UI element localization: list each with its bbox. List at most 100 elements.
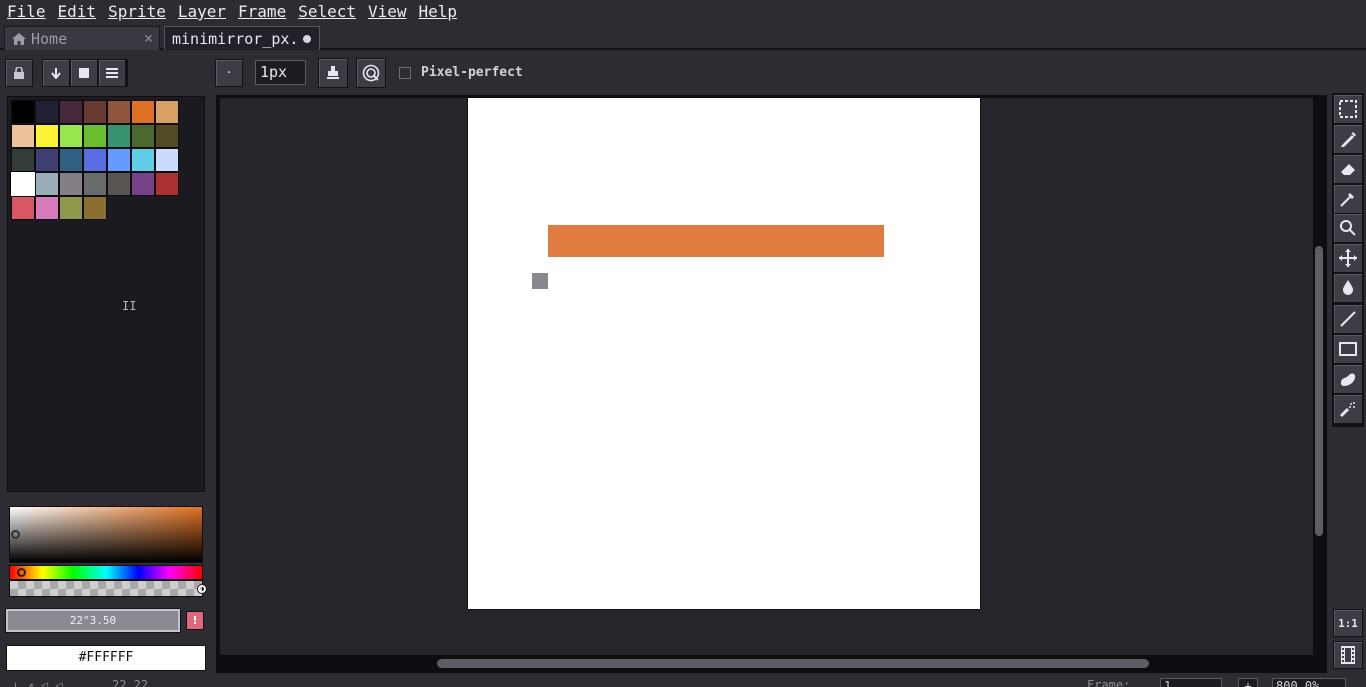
palette-swatch[interactable] [131,100,155,124]
palette-panel: II [7,96,205,492]
pause-icon[interactable]: II [122,299,136,313]
palette-swatch[interactable] [155,172,179,196]
status-icons: ↓ ↗ ◁ ◁ [12,678,63,687]
zoom-reset-button[interactable]: 1:1 [1333,609,1363,637]
menu-frame[interactable]: Frame [235,1,295,23]
horizontal-scrollbar[interactable] [437,659,1149,668]
palette-swatch[interactable] [83,100,107,124]
palette-swatch[interactable] [107,124,131,148]
zoom-tool-button[interactable] [1334,214,1362,242]
menu-view[interactable]: View [365,1,416,23]
menu-layer[interactable]: Layer [175,1,235,23]
pencil-tool-button[interactable] [1334,125,1362,153]
palette-swatch[interactable] [59,172,83,196]
tab-document[interactable]: minimirror_px. [164,26,320,50]
palette-save-button[interactable] [71,60,97,86]
palette-swatch[interactable] [107,148,131,172]
rectangular-marquee-icon [1339,100,1357,118]
marquee-tool-button[interactable] [1334,95,1362,123]
sprite-canvas[interactable] [467,98,981,610]
palette-swatch[interactable] [35,124,59,148]
tab-bar: Home × minimirror_px. [0,24,1366,50]
palette-swatch[interactable] [131,172,155,196]
frame-field[interactable]: 1 [1160,678,1222,687]
square-icon [79,68,89,78]
orange-bar-pixels [548,225,884,257]
saturation-value-picker[interactable] [9,506,203,563]
palette-swatch[interactable] [11,100,35,124]
brush-size-field[interactable]: 1px [255,60,306,85]
palette-swatch[interactable] [35,148,59,172]
lock-icon [14,67,24,79]
palette-swatch[interactable] [59,148,83,172]
palette-swatch[interactable] [155,148,179,172]
brush-dot-icon: · [226,65,232,81]
line-tool-button[interactable] [1334,305,1362,333]
palette-swatch[interactable] [59,100,83,124]
brush-type-button[interactable]: · [215,59,243,87]
palette-swatch[interactable] [83,196,107,220]
move-icon [1339,249,1357,267]
palette-swatch[interactable] [35,172,59,196]
pencil-icon [1341,132,1356,147]
spray-tool-button[interactable] [1334,395,1362,423]
palette-actions [42,59,128,87]
palette-swatch[interactable] [155,124,179,148]
palette-swatch[interactable] [131,124,155,148]
palette-swatch[interactable] [131,148,155,172]
tab-home[interactable]: Home × [4,26,160,50]
gray-pixel-cursor [532,273,548,289]
move-tool-button[interactable] [1334,244,1362,272]
vertical-scrollbar[interactable] [1315,246,1323,536]
status-size: 22 22 [112,678,149,687]
hue-slider[interactable] [9,565,203,580]
palette-swatch[interactable] [11,148,35,172]
eraser-tool-button[interactable] [1334,155,1362,183]
palette-swatch[interactable] [59,196,83,220]
palette-swatch[interactable] [35,196,59,220]
pixel-perfect-checkbox[interactable] [399,67,411,79]
palette-swatch[interactable] [83,148,107,172]
palette-swatch[interactable] [155,100,179,124]
palette-down-button[interactable] [43,60,69,86]
palette-swatch[interactable] [83,124,107,148]
palette-swatch[interactable] [11,124,35,148]
menu-select[interactable]: Select [295,1,365,23]
lock-palette-button[interactable] [5,59,33,87]
palette-swatch[interactable] [83,172,107,196]
palette-swatch[interactable] [107,172,131,196]
menu-edit[interactable]: Edit [55,1,106,23]
zoom-reset-label: 1:1 [1338,616,1358,630]
hex-color-field[interactable]: #FFFFFF [6,645,206,671]
sv-handle[interactable] [11,530,20,539]
palette-swatch[interactable] [59,124,83,148]
hsv-value-field[interactable]: 22°3.50 [6,609,180,632]
close-icon[interactable]: × [144,29,153,47]
rectangle-icon [1339,342,1357,356]
menu-file[interactable]: File [4,1,55,23]
paint-bucket-tool-button[interactable] [1334,274,1362,302]
alpha-slider[interactable] [9,580,203,597]
eyedropper-tool-button[interactable] [1334,185,1362,213]
line-icon [1340,311,1356,327]
ink-mode-button[interactable] [318,58,348,88]
zoom-plus-button[interactable]: + [1238,678,1258,687]
unsaved-dot-icon[interactable] [303,35,311,43]
hue-handle[interactable] [17,568,26,577]
palette-menu-button[interactable] [99,60,125,86]
warning-icon[interactable]: ! [186,611,204,630]
palette-swatch[interactable] [10,171,36,197]
palette-swatch[interactable] [35,100,59,124]
symmetry-button[interactable] [356,58,386,88]
menu-help[interactable]: Help [416,1,467,23]
home-icon [12,32,26,45]
menu-sprite[interactable]: Sprite [105,1,175,23]
frame-label: Frame: [1087,678,1131,687]
palette-swatch[interactable] [107,100,131,124]
alpha-handle[interactable] [197,584,207,594]
rectangle-tool-button[interactable] [1334,335,1362,363]
timeline-button[interactable] [1333,641,1363,669]
palette-swatch[interactable] [11,196,35,220]
zoom-field[interactable]: 800.0% [1272,678,1346,687]
contour-tool-button[interactable] [1334,365,1362,393]
